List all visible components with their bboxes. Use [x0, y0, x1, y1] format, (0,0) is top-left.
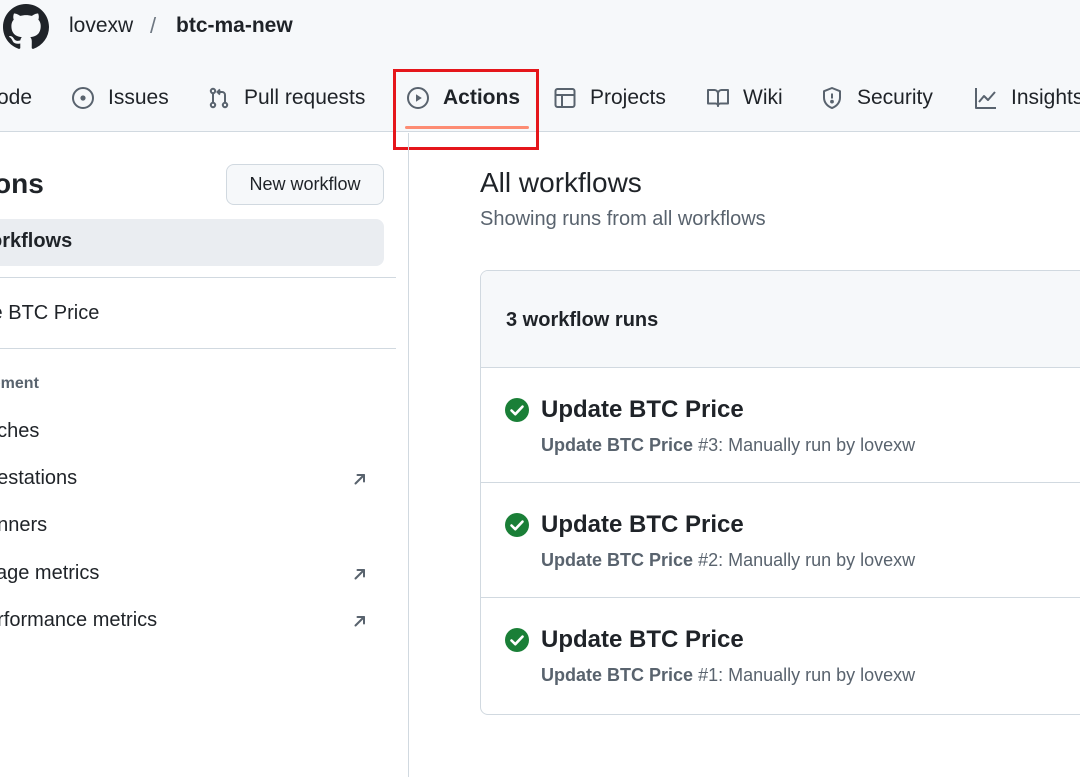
- page-title: All workflows: [480, 167, 642, 198]
- sidebar-border: [408, 133, 409, 777]
- workflow-run-item[interactable]: Update BTC Price Update BTC Price #2: Ma…: [481, 483, 1080, 598]
- sidebar-item-attestations[interactable]: ttestations: [0, 467, 77, 490]
- tab-pull-requests[interactable]: Pull requests: [207, 80, 365, 116]
- page-subtitle: Showing runs from all workflows: [480, 208, 766, 230]
- run-meta: Update BTC Price #3: Manually run by lov…: [541, 435, 915, 456]
- run-number: #3: [698, 435, 719, 455]
- run-detail: : Manually run by lovexw: [718, 435, 916, 455]
- run-title[interactable]: Update BTC Price: [541, 396, 744, 424]
- tab-wiki[interactable]: Wiki: [706, 80, 783, 116]
- run-number: #2: [698, 550, 719, 570]
- sidebar-divider: [0, 277, 396, 278]
- tab-security[interactable]: Security: [820, 80, 933, 116]
- run-workflow-name: Update BTC Price: [541, 665, 694, 685]
- shield-icon: [823, 87, 841, 109]
- sidebar-item-workflow[interactable]: te BTC Price: [0, 302, 99, 325]
- arrow-up-right-icon: [354, 616, 365, 627]
- run-workflow-name: Update BTC Price: [541, 435, 694, 455]
- run-detail: : Manually run by lovexw: [718, 665, 916, 685]
- tab-projects-label: Projects: [590, 86, 666, 109]
- tab-code[interactable]: ode: [0, 80, 32, 116]
- tab-insights-label: Insights: [1011, 86, 1080, 109]
- breadcrumb-separator: /: [150, 13, 157, 38]
- arrow-up-right-icon: [354, 569, 365, 580]
- runs-list-header: 3 workflow runs: [481, 271, 1080, 368]
- arrow-up-right-icon: [354, 474, 365, 485]
- run-title[interactable]: Update BTC Price: [541, 626, 744, 654]
- table-icon: [554, 88, 576, 108]
- tab-issues-label: Issues: [108, 86, 169, 109]
- run-meta: Update BTC Price #2: Manually run by lov…: [541, 550, 915, 571]
- sidebar-title: ons: [0, 168, 44, 199]
- tab-security-label: Security: [857, 86, 933, 109]
- workflow-runs-list: 3 workflow runs Update BTC Price Update …: [480, 270, 1080, 715]
- github-logo-icon[interactable]: [3, 4, 49, 50]
- workflow-run-item[interactable]: Update BTC Price Update BTC Price #3: Ma…: [481, 368, 1080, 483]
- check-circle-fill-icon: [505, 513, 529, 537]
- run-title[interactable]: Update BTC Price: [541, 511, 744, 539]
- git-pull-request-icon: [209, 87, 229, 109]
- sidebar-divider: [0, 348, 396, 349]
- repo-header: lovexw / btc-ma-new ode Issues Pull requ…: [0, 0, 1080, 132]
- run-detail: : Manually run by lovexw: [718, 550, 916, 570]
- repo-name-link[interactable]: btc-ma-new: [176, 14, 293, 38]
- run-workflow-name: Update BTC Price: [541, 550, 694, 570]
- sidebar-item-performance-metrics[interactable]: erformance metrics: [0, 609, 157, 632]
- sidebar-management-heading: gement: [0, 375, 39, 392]
- tab-pull-requests-label: Pull requests: [244, 86, 366, 109]
- workflow-run-item[interactable]: Update BTC Price Update BTC Price #1: Ma…: [481, 598, 1080, 713]
- tab-projects[interactable]: Projects: [553, 80, 666, 116]
- graph-icon: [975, 88, 996, 109]
- check-circle-fill-icon: [505, 398, 529, 422]
- tab-code-label: ode: [0, 86, 33, 109]
- issue-opened-icon: [72, 87, 94, 109]
- sidebar-item-caches[interactable]: aches: [0, 420, 39, 443]
- sidebar-item-all-workflows[interactable]: orkflows: [0, 219, 384, 266]
- annotation-highlight-box: [393, 69, 539, 150]
- tab-issues[interactable]: Issues: [71, 80, 169, 116]
- run-meta: Update BTC Price #1: Manually run by lov…: [541, 665, 915, 686]
- runs-count: 3 workflow runs: [506, 309, 659, 331]
- tab-wiki-label: Wiki: [743, 86, 783, 109]
- tab-insights[interactable]: Insights: [974, 80, 1080, 116]
- book-icon: [707, 89, 729, 107]
- sidebar-item-runners[interactable]: unners: [0, 514, 47, 537]
- new-workflow-button[interactable]: New workflow: [226, 164, 384, 205]
- repo-owner-link[interactable]: lovexw: [69, 14, 133, 38]
- check-circle-fill-icon: [505, 628, 529, 652]
- sidebar-item-label: orkflows: [0, 230, 73, 252]
- sidebar-item-usage-metrics[interactable]: sage metrics: [0, 562, 99, 585]
- run-number: #1: [698, 665, 719, 685]
